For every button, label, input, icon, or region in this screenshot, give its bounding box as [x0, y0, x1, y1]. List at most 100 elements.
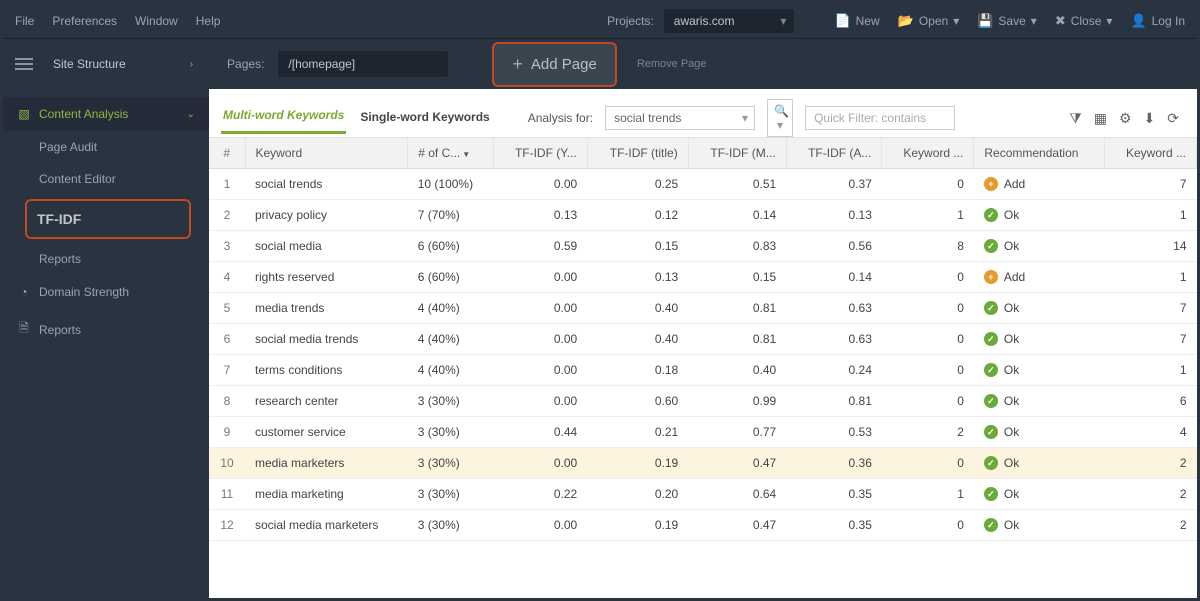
cell-count: 3 (30%): [408, 386, 494, 417]
analysis-for-select[interactable]: social trends: [605, 106, 755, 130]
new-button[interactable]: 📄New: [834, 13, 879, 29]
col-tfidf-title[interactable]: TF-IDF (title): [587, 138, 688, 169]
table-row[interactable]: 10media marketers3 (30%)0.000.190.470.36…: [209, 448, 1197, 479]
close-button[interactable]: ✖Close▾: [1055, 13, 1113, 29]
table-row[interactable]: 12social media marketers3 (30%)0.000.190…: [209, 510, 1197, 541]
sidebar: ▧ Content Analysis ⌄ Page Audit Content …: [3, 89, 209, 598]
refresh-icon[interactable]: ⟳: [1167, 110, 1179, 127]
sidebar-content-analysis[interactable]: ▧ Content Analysis ⌄: [3, 97, 209, 131]
col-keyword-count[interactable]: Keyword ...: [882, 138, 974, 169]
sidebar-domain-strength[interactable]: ◔ Domain Strength: [3, 275, 209, 309]
col-keyword[interactable]: Keyword: [245, 138, 408, 169]
menu-preferences[interactable]: Preferences: [52, 14, 117, 28]
cell-tfidf-a: 0.36: [786, 448, 882, 479]
menu-file[interactable]: File: [15, 14, 34, 28]
cell-kw: 8: [882, 231, 974, 262]
gauge-icon: ◔: [17, 285, 31, 299]
cell-count: 10 (100%): [408, 169, 494, 200]
col-number[interactable]: #: [209, 138, 245, 169]
site-structure-label[interactable]: Site Structure: [53, 57, 126, 71]
table-row[interactable]: 5media trends4 (40%)0.000.400.810.630✓Ok…: [209, 293, 1197, 324]
check-icon: ✓: [984, 363, 998, 377]
cell-kw: 1: [882, 479, 974, 510]
table-row[interactable]: 7terms conditions4 (40%)0.000.180.400.24…: [209, 355, 1197, 386]
table-row[interactable]: 4rights reserved6 (60%)0.000.130.150.140…: [209, 262, 1197, 293]
save-button[interactable]: 💾Save▾: [977, 13, 1037, 29]
remove-page-link[interactable]: Remove Page: [637, 58, 707, 70]
secondary-bar: Site Structure › Pages: /[homepage] + Ad…: [3, 39, 1197, 89]
cell-tfidf-y: 0.22: [493, 479, 587, 510]
cell-tfidf-y: 0.00: [493, 386, 587, 417]
col-keyword-2[interactable]: Keyword ...: [1104, 138, 1196, 169]
projects-dropdown[interactable]: awaris.com: [664, 9, 795, 33]
login-button[interactable]: 👤Log In: [1130, 13, 1185, 29]
search-button[interactable]: 🔍 ▾: [767, 99, 793, 137]
filter-icon[interactable]: ⧩: [1069, 110, 1082, 127]
check-icon: ✓: [984, 208, 998, 222]
table-row[interactable]: 2privacy policy7 (70%)0.130.120.140.131✓…: [209, 200, 1197, 231]
pages-input[interactable]: /[homepage]: [278, 51, 448, 77]
cell-tfidf-y: 0.00: [493, 324, 587, 355]
chevron-right-icon: ›: [190, 59, 193, 70]
table-row[interactable]: 1social trends10 (100%)0.000.250.510.370…: [209, 169, 1197, 200]
cell-keyword: social trends: [245, 169, 408, 200]
sidebar-page-audit[interactable]: Page Audit: [3, 131, 209, 163]
table-row[interactable]: 9customer service3 (30%)0.440.210.770.53…: [209, 417, 1197, 448]
check-icon: ✓: [984, 518, 998, 532]
cell-kw: 0: [882, 293, 974, 324]
cell-tfidf-m: 0.47: [688, 448, 786, 479]
check-icon: ✓: [984, 425, 998, 439]
table-row[interactable]: 3social media6 (60%)0.590.150.830.568✓Ok…: [209, 231, 1197, 262]
cell-keyword: media trends: [245, 293, 408, 324]
cell-recommendation: ✓Ok: [974, 231, 1105, 262]
cell-count: 3 (30%): [408, 479, 494, 510]
cell-tfidf-m: 0.47: [688, 510, 786, 541]
col-tfidf-a[interactable]: TF-IDF (A...: [786, 138, 882, 169]
cell-tfidf-title: 0.60: [587, 386, 688, 417]
cell-kw2: 2: [1104, 479, 1196, 510]
sidebar-tfidf[interactable]: TF-IDF: [25, 199, 191, 239]
analysis-for-label: Analysis for:: [528, 111, 593, 125]
table-row[interactable]: 11media marketing3 (30%)0.220.200.640.35…: [209, 479, 1197, 510]
grid-icon[interactable]: ▦: [1094, 110, 1107, 127]
tab-multi-word[interactable]: Multi-word Keywords: [221, 102, 346, 134]
cell-keyword: social media: [245, 231, 408, 262]
row-number: 9: [209, 417, 245, 448]
menu-window[interactable]: Window: [135, 14, 178, 28]
gear-icon[interactable]: ⚙: [1119, 110, 1132, 127]
col-tfidf-y[interactable]: TF-IDF (Y...: [493, 138, 587, 169]
col-recommendation[interactable]: Recommendation: [974, 138, 1105, 169]
row-number: 11: [209, 479, 245, 510]
hamburger-icon[interactable]: [15, 58, 33, 70]
table-row[interactable]: 8research center3 (30%)0.000.600.990.810…: [209, 386, 1197, 417]
cell-kw2: 7: [1104, 293, 1196, 324]
cell-tfidf-a: 0.63: [786, 324, 882, 355]
cell-recommendation: ✓Ok: [974, 448, 1105, 479]
sidebar-content-editor[interactable]: Content Editor: [3, 163, 209, 195]
cell-kw2: 1: [1104, 355, 1196, 386]
open-button[interactable]: 📂Open▾: [898, 13, 960, 29]
cell-tfidf-m: 0.14: [688, 200, 786, 231]
add-page-button[interactable]: + Add Page: [492, 42, 616, 87]
cell-tfidf-title: 0.19: [587, 510, 688, 541]
cell-tfidf-a: 0.24: [786, 355, 882, 386]
col-tfidf-m[interactable]: TF-IDF (M...: [688, 138, 786, 169]
sidebar-global-reports[interactable]: 🗎 Reports: [3, 309, 209, 350]
menu-help[interactable]: Help: [196, 14, 221, 28]
row-number: 8: [209, 386, 245, 417]
quick-filter-input[interactable]: Quick Filter: contains: [805, 106, 955, 130]
sidebar-reports[interactable]: Reports: [3, 243, 209, 275]
tab-single-word[interactable]: Single-word Keywords: [358, 104, 491, 133]
download-icon[interactable]: ⬇: [1144, 110, 1156, 127]
cell-tfidf-m: 0.51: [688, 169, 786, 200]
col-count[interactable]: # of C...▼: [408, 138, 494, 169]
cell-kw: 1: [882, 200, 974, 231]
cell-tfidf-m: 0.81: [688, 293, 786, 324]
keywords-table: # Keyword # of C...▼ TF-IDF (Y... TF-IDF…: [209, 138, 1197, 541]
cell-tfidf-title: 0.40: [587, 293, 688, 324]
cell-recommendation: ✓Ok: [974, 417, 1105, 448]
table-row[interactable]: 6social media trends4 (40%)0.000.400.810…: [209, 324, 1197, 355]
cell-tfidf-y: 0.00: [493, 293, 587, 324]
cell-recommendation: +Add: [974, 169, 1105, 200]
cell-count: 4 (40%): [408, 293, 494, 324]
